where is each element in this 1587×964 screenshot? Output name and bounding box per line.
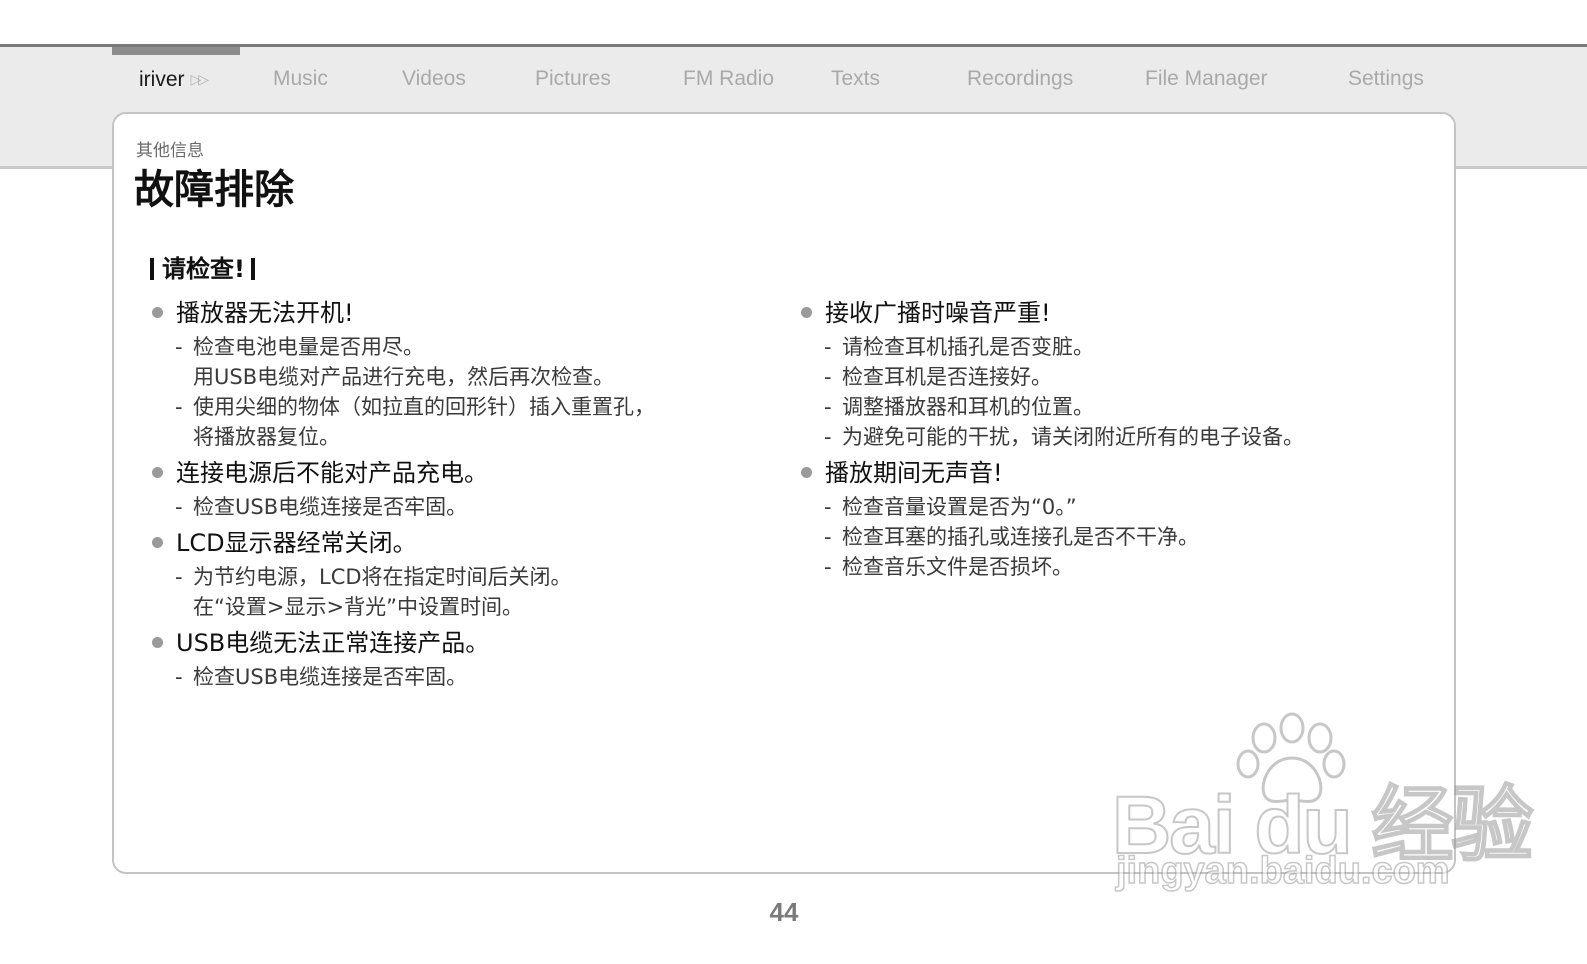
troubleshoot-item: 接收广播时噪音严重! - 请检查耳机插孔是否变脏。 - 检查耳机是否连接好。 - 调整播放器…	[799, 296, 1409, 452]
bullet-dot-icon	[801, 307, 812, 318]
bullet-dot-icon	[801, 467, 812, 478]
item-title-text: 接收广播时噪音严重!	[825, 299, 1051, 327]
item-details: - 检查音量设置是否为“0。” - 检查耳塞的插孔或连接孔是否不干净。 - 检查音乐文件是…	[799, 490, 1409, 582]
detail-line: - 检查USB电缆连接是否牢固。	[175, 492, 770, 522]
detail-text: 为避免可能的干扰，请关闭附近所有的电子设备。	[842, 425, 1304, 449]
detail-text: 检查耳塞的插孔或连接孔是否不干净。	[842, 525, 1199, 549]
nav-item-pictures[interactable]: Pictures	[535, 62, 611, 96]
bullet-dot-icon	[152, 307, 163, 318]
detail-line: - 使用尖细的物体（如拉直的回形针）插入重置孔，	[175, 392, 770, 422]
nav-item-fm-radio[interactable]: FM Radio	[683, 62, 774, 96]
detail-line: - 检查音量设置是否为“0。”	[824, 492, 1409, 522]
section-heading: 请检查!	[150, 252, 255, 286]
item-details: - 检查USB电缆连接是否牢固。	[150, 490, 770, 522]
detail-text: 检查耳机是否连接好。	[842, 365, 1052, 389]
page-number: 44	[769, 897, 799, 927]
nav-brand-label: iriver	[139, 68, 185, 91]
detail-line: - 调整播放器和耳机的位置。	[824, 392, 1409, 422]
troubleshoot-item: 播放期间无声音! - 检查音量设置是否为“0。” - 检查耳塞的插孔或连接孔是否不干净。…	[799, 456, 1409, 582]
nav-item-recordings[interactable]: Recordings	[967, 62, 1073, 96]
item-title: 播放期间无声音!	[799, 456, 1409, 490]
detail-line: 在“设置>显示>背光”中设置时间。	[175, 592, 770, 622]
dash-marker: -	[175, 335, 183, 359]
top-navigation: iriver ▷▷ Music Videos Pictures FM Radio …	[0, 62, 1587, 96]
detail-line: - 请检查耳机插孔是否变脏。	[824, 332, 1409, 362]
troubleshoot-item: 连接电源后不能对产品充电。 - 检查USB电缆连接是否牢固。	[150, 456, 770, 522]
nav-item-settings[interactable]: Settings	[1348, 62, 1424, 96]
dash-marker: -	[175, 495, 183, 519]
item-title: 连接电源后不能对产品充电。	[150, 456, 770, 490]
detail-line: - 检查音乐文件是否损坏。	[824, 552, 1409, 582]
detail-text: 检查电池电量是否用尽。	[193, 335, 424, 359]
page-category: 其他信息	[136, 141, 204, 161]
detail-text: 调整播放器和耳机的位置。	[842, 395, 1094, 419]
detail-line: - 检查耳塞的插孔或连接孔是否不干净。	[824, 522, 1409, 552]
item-title-text: USB电缆无法正常连接产品。	[176, 629, 490, 657]
item-title: LCD显示器经常关闭。	[150, 526, 770, 560]
detail-text: 检查USB电缆连接是否牢固。	[193, 665, 468, 689]
dash-marker: -	[175, 665, 183, 689]
detail-text: 在“设置>显示>背光”中设置时间。	[193, 595, 523, 619]
dash-marker: -	[824, 495, 832, 519]
detail-text: 检查音乐文件是否损坏。	[842, 555, 1073, 579]
detail-text: 使用尖细的物体（如拉直的回形针）插入重置孔，	[193, 395, 655, 419]
detail-line: - 检查耳机是否连接好。	[824, 362, 1409, 392]
nav-item-music[interactable]: Music	[273, 62, 328, 96]
double-chevron-right-icon: ▷▷	[190, 71, 209, 87]
bullet-dot-icon	[152, 637, 163, 648]
detail-line: - 为节约电源，LCD将在指定时间后关闭。	[175, 562, 770, 592]
troubleshoot-item: LCD显示器经常关闭。 - 为节约电源，LCD将在指定时间后关闭。 在“设置>显示>背…	[150, 526, 770, 622]
heading-bar-left	[150, 258, 154, 280]
left-column: 播放器无法开机! - 检查电池电量是否用尽。 用USB电缆对产品进行充电，然后再次检查…	[150, 296, 770, 696]
watermark-url: jingyan.baidu.com	[1115, 849, 1450, 893]
item-title: 接收广播时噪音严重!	[799, 296, 1409, 330]
dash-marker: -	[824, 525, 832, 549]
dash-marker: -	[824, 365, 832, 389]
dash-marker: -	[175, 565, 183, 589]
detail-line: - 为避免可能的干扰，请关闭附近所有的电子设备。	[824, 422, 1409, 452]
bullet-dot-icon	[152, 467, 163, 478]
detail-line: 将播放器复位。	[175, 422, 770, 452]
bullet-dot-icon	[152, 537, 163, 548]
detail-text: 为节约电源，LCD将在指定时间后关闭。	[193, 565, 572, 589]
page-title: 故障排除	[134, 167, 294, 213]
item-title: 播放器无法开机!	[150, 296, 770, 330]
active-tab-marker	[112, 47, 240, 55]
item-details: - 请检查耳机插孔是否变脏。 - 检查耳机是否连接好。 - 调整播放器和耳机的位置。 - 为避…	[799, 330, 1409, 452]
dash-marker: -	[824, 395, 832, 419]
detail-text: 用USB电缆对产品进行充电，然后再次检查。	[193, 365, 615, 389]
detail-text: 检查音量设置是否为“0。”	[842, 495, 1077, 519]
nav-item-iriver[interactable]: iriver ▷▷	[139, 62, 209, 97]
item-title-text: 播放期间无声音!	[825, 459, 1003, 487]
dash-marker: -	[824, 555, 832, 579]
dash-marker: -	[824, 335, 832, 359]
dash-marker: -	[175, 395, 183, 419]
nav-item-texts[interactable]: Texts	[831, 62, 880, 96]
section-heading-text: 请检查!	[162, 255, 245, 283]
troubleshoot-item: USB电缆无法正常连接产品。 - 检查USB电缆连接是否牢固。	[150, 626, 770, 692]
item-details: - 检查USB电缆连接是否牢固。	[150, 660, 770, 692]
detail-text: 检查USB电缆连接是否牢固。	[193, 495, 468, 519]
item-title-text: LCD显示器经常关闭。	[176, 529, 417, 557]
nav-item-file-manager[interactable]: File Manager	[1145, 62, 1268, 96]
right-column: 接收广播时噪音严重! - 请检查耳机插孔是否变脏。 - 检查耳机是否连接好。 - 调整播放器…	[799, 296, 1409, 586]
nav-item-videos[interactable]: Videos	[402, 62, 466, 96]
troubleshoot-item: 播放器无法开机! - 检查电池电量是否用尽。 用USB电缆对产品进行充电，然后再次检查…	[150, 296, 770, 452]
item-title: USB电缆无法正常连接产品。	[150, 626, 770, 660]
detail-text: 请检查耳机插孔是否变脏。	[842, 335, 1094, 359]
item-details: - 为节约电源，LCD将在指定时间后关闭。 在“设置>显示>背光”中设置时间。	[150, 560, 770, 622]
heading-bar-right	[250, 258, 255, 280]
detail-line: - 检查USB电缆连接是否牢固。	[175, 662, 770, 692]
detail-text: 将播放器复位。	[193, 425, 340, 449]
item-details: - 检查电池电量是否用尽。 用USB电缆对产品进行充电，然后再次检查。 - 使用尖细的物…	[150, 330, 770, 452]
detail-line: - 检查电池电量是否用尽。	[175, 332, 770, 362]
item-title-text: 播放器无法开机!	[176, 299, 354, 327]
baidu-watermark: Bai du 经验 jingyan.baidu.com	[1111, 712, 1534, 893]
item-title-text: 连接电源后不能对产品充电。	[176, 459, 488, 487]
detail-line: 用USB电缆对产品进行充电，然后再次检查。	[175, 362, 770, 392]
dash-marker: -	[824, 425, 832, 449]
